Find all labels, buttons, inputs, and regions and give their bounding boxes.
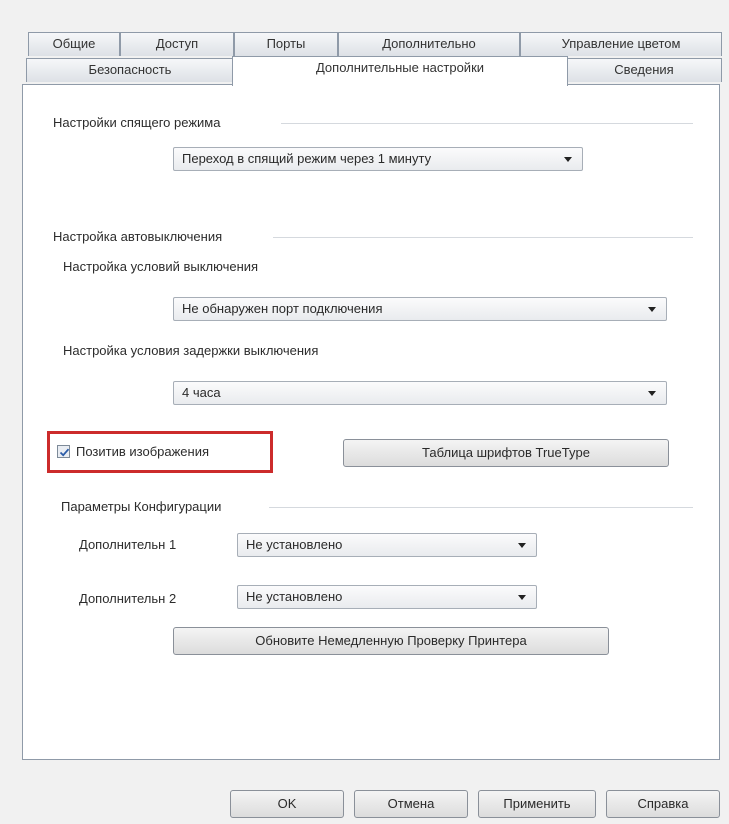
cancel-button[interactable]: Отмена	[354, 790, 468, 818]
tab-general[interactable]: Общие	[28, 32, 120, 56]
tab-color-management[interactable]: Управление цветом	[520, 32, 722, 56]
option1-label: Дополнительн 1	[79, 537, 177, 552]
tab-access[interactable]: Доступ	[120, 32, 234, 56]
chevron-down-icon	[564, 157, 572, 162]
chevron-down-icon	[648, 307, 656, 312]
off-delay-label: Настройка условия задержки выключения	[63, 343, 319, 358]
update-printer-check-button[interactable]: Обновите Немедленную Проверку Принтера	[173, 627, 609, 655]
truetype-table-button[interactable]: Таблица шрифтов TrueType	[343, 439, 669, 467]
tab-security[interactable]: Безопасность	[26, 58, 234, 82]
tab-details[interactable]: Сведения	[566, 58, 722, 82]
off-condition-label: Настройка условий выключения	[63, 259, 259, 274]
tab-panel-additional-settings: Настройки спящего режима Переход в спящи…	[22, 84, 720, 760]
autooff-group-separator	[273, 237, 693, 238]
off-condition-select[interactable]: Не обнаружен порт подключения	[173, 297, 667, 321]
tab-additional-settings[interactable]: Дополнительные настройки	[232, 56, 568, 86]
chevron-down-icon	[648, 391, 656, 396]
apply-button[interactable]: Применить	[478, 790, 596, 818]
printer-properties-dialog: Общие Доступ Порты Дополнительно Управле…	[0, 0, 729, 824]
tab-advanced[interactable]: Дополнительно	[338, 32, 520, 56]
option2-select[interactable]: Не установлено	[237, 585, 537, 609]
option2-value: Не установлено	[246, 589, 343, 604]
sleep-group-label: Настройки спящего режима	[53, 115, 221, 130]
option1-select[interactable]: Не установлено	[237, 533, 537, 557]
sleep-mode-select[interactable]: Переход в спящий режим через 1 минуту	[173, 147, 583, 171]
tab-ports[interactable]: Порты	[234, 32, 338, 56]
sleep-mode-value: Переход в спящий режим через 1 минуту	[182, 151, 432, 166]
positive-image-checkbox[interactable]: Позитив изображения	[57, 444, 267, 461]
positive-image-label: Позитив изображения	[76, 444, 210, 459]
chevron-down-icon	[518, 595, 526, 600]
checkbox-box[interactable]	[57, 445, 70, 458]
config-group-label: Параметры Конфигурации	[61, 499, 222, 514]
off-delay-select[interactable]: 4 часа	[173, 381, 667, 405]
off-condition-value: Не обнаружен порт подключения	[182, 301, 383, 316]
option2-label: Дополнительн 2	[79, 591, 177, 606]
checkmark-icon	[59, 448, 70, 457]
sleep-group-separator	[281, 123, 693, 124]
config-group-separator	[269, 507, 693, 508]
help-button[interactable]: Справка	[606, 790, 720, 818]
off-delay-value: 4 часа	[182, 385, 221, 400]
autooff-group-label: Настройка автовыключения	[53, 229, 223, 244]
ok-button[interactable]: OK	[230, 790, 344, 818]
chevron-down-icon	[518, 543, 526, 548]
option1-value: Не установлено	[246, 537, 343, 552]
